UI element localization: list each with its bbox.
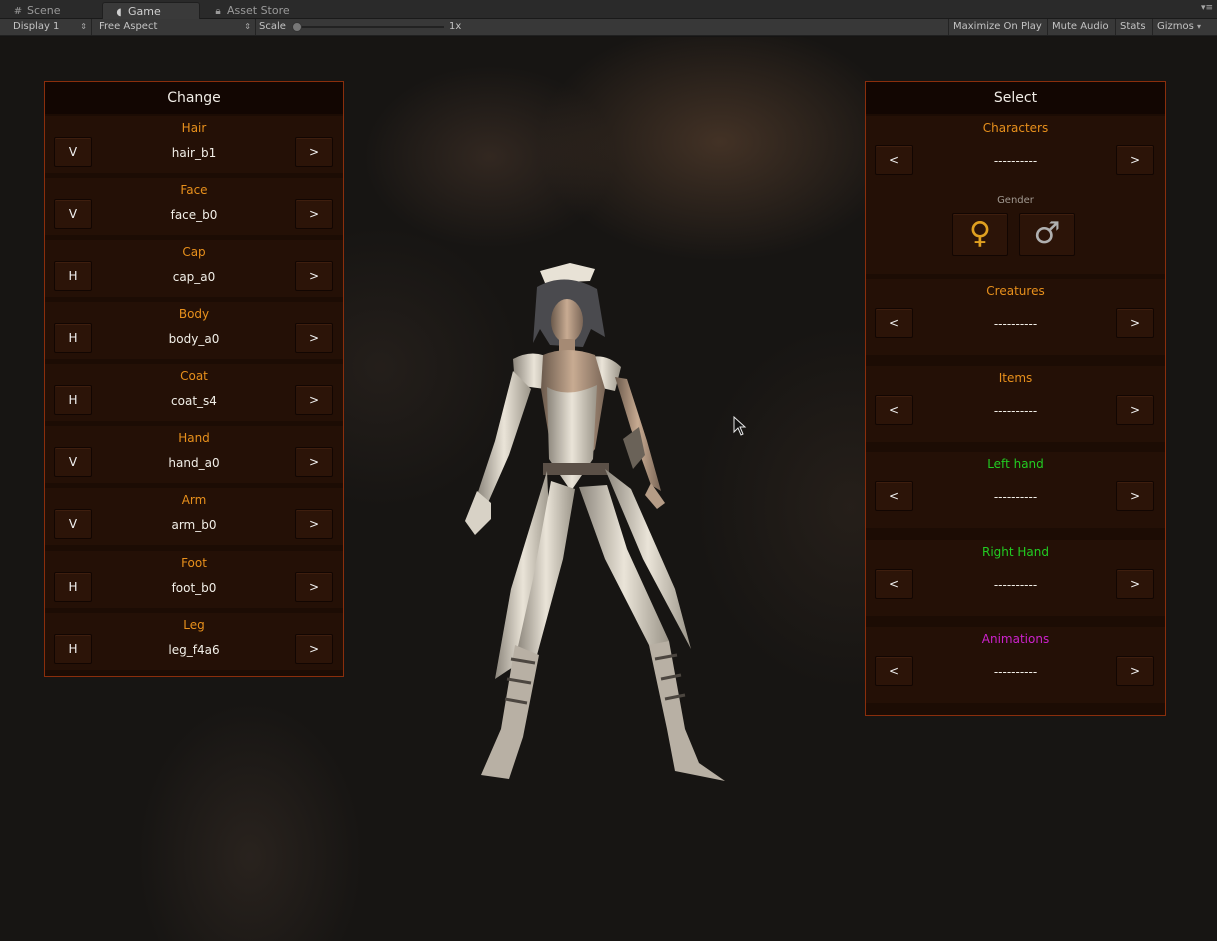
- editor-tab-bar: # Scene ◖ Game 🔒︎ Asset Store ▾≡: [0, 0, 1217, 19]
- select-row-creatures: Creatures < ---------- >: [866, 279, 1165, 355]
- select-row-animations: Animations < ---------- >: [866, 627, 1165, 703]
- stats-button[interactable]: Stats: [1115, 19, 1150, 35]
- animations-next-button[interactable]: >: [1116, 656, 1154, 686]
- change-row-hair: Hair V hair_b1 >: [45, 116, 343, 173]
- change-row-body: Body H body_a0 >: [45, 302, 343, 359]
- change-panel-title: Change: [45, 82, 343, 114]
- change-row-leg: Leg H leg_f4a6 >: [45, 613, 343, 670]
- gizmos-dropdown[interactable]: Gizmos ▾: [1152, 19, 1208, 35]
- row-title: Animations: [981, 632, 1050, 646]
- body-next-button[interactable]: >: [295, 323, 333, 353]
- row-title: Hair: [181, 121, 207, 135]
- female-button[interactable]: ♀: [952, 213, 1008, 256]
- characters-next-button[interactable]: >: [1116, 145, 1154, 175]
- game-view-toolbar: Display 1 ⇕ Free Aspect ⇕ Scale 1x Maxim…: [0, 19, 1217, 36]
- gender-label: Gender: [997, 195, 1034, 206]
- coat-next-button[interactable]: >: [295, 385, 333, 415]
- row-title: Body: [178, 307, 210, 321]
- select-row-left-hand: Left hand < ---------- >: [866, 452, 1165, 528]
- display-dropdown-label: Display 1: [13, 21, 60, 32]
- scale-label: Scale: [259, 21, 286, 32]
- left-hand-next-button[interactable]: >: [1116, 481, 1154, 511]
- mute-audio-button[interactable]: Mute Audio: [1047, 19, 1113, 35]
- male-button[interactable]: ♂: [1019, 213, 1075, 256]
- hand-next-button[interactable]: >: [295, 447, 333, 477]
- change-row-arm: Arm V arm_b0 >: [45, 488, 343, 545]
- face-next-button[interactable]: >: [295, 199, 333, 229]
- row-title: Face: [180, 183, 208, 197]
- scale-value: 1x: [449, 21, 462, 32]
- change-row-coat: Coat H coat_s4 >: [45, 364, 343, 421]
- items-next-button[interactable]: >: [1116, 395, 1154, 425]
- row-title: Hand: [178, 431, 210, 445]
- female-icon: ♀: [969, 216, 991, 251]
- tab-asset-store-label: Asset Store: [227, 4, 290, 17]
- row-title: Arm: [181, 493, 207, 507]
- tab-scene-label: Scene: [27, 4, 61, 17]
- game-view[interactable]: Change Hair V hair_b1 > Face V face_b0 >…: [0, 37, 1217, 941]
- row-title: Items: [998, 371, 1033, 385]
- select-panel-title: Select: [866, 82, 1165, 114]
- foot-next-button[interactable]: >: [295, 572, 333, 602]
- tab-game-label: Game: [128, 5, 161, 18]
- maximize-on-play-button[interactable]: Maximize On Play: [948, 19, 1046, 35]
- change-panel: Change Hair V hair_b1 > Face V face_b0 >…: [44, 81, 344, 677]
- select-row-items: Items < ---------- >: [866, 366, 1165, 442]
- tab-scene[interactable]: # Scene: [2, 2, 98, 19]
- chevron-down-icon: ▾: [1197, 22, 1202, 31]
- hair-next-button[interactable]: >: [295, 137, 333, 167]
- updown-arrow-icon: ⇕: [80, 22, 87, 31]
- scale-slider-handle[interactable]: [292, 22, 302, 32]
- row-title: Foot: [181, 556, 207, 570]
- row-title: Characters: [982, 121, 1049, 135]
- row-title: Left hand: [987, 457, 1044, 471]
- tab-asset-store[interactable]: 🔒︎ Asset Store: [202, 2, 312, 19]
- character-model: [465, 263, 725, 781]
- aspect-dropdown[interactable]: Free Aspect ⇕: [92, 19, 256, 35]
- select-row-right-hand: Right Hand < ---------- >: [866, 540, 1165, 616]
- aspect-dropdown-label: Free Aspect: [99, 21, 158, 32]
- updown-arrow-icon: ⇕: [244, 22, 251, 31]
- change-row-face: Face V face_b0 >: [45, 178, 343, 235]
- leg-next-button[interactable]: >: [295, 634, 333, 664]
- mouse-cursor-icon: [733, 416, 747, 436]
- row-title: Creatures: [986, 284, 1045, 298]
- select-row-characters: Characters < ---------- > Gender ♀ ♂: [866, 116, 1165, 274]
- tab-menu-icon[interactable]: ▾≡: [1201, 3, 1213, 13]
- row-title: Coat: [180, 369, 208, 383]
- change-row-cap: Cap H cap_a0 >: [45, 240, 343, 297]
- display-dropdown[interactable]: Display 1 ⇕: [6, 19, 92, 35]
- creatures-next-button[interactable]: >: [1116, 308, 1154, 338]
- male-icon: ♂: [1033, 216, 1061, 251]
- row-title: Right Hand: [981, 545, 1049, 559]
- arm-next-button[interactable]: >: [295, 509, 333, 539]
- change-row-hand: Hand V hand_a0 >: [45, 426, 343, 483]
- select-panel: Select Characters < ---------- > Gender …: [865, 81, 1166, 716]
- right-hand-next-button[interactable]: >: [1116, 569, 1154, 599]
- tab-game[interactable]: ◖ Game: [102, 2, 200, 19]
- scale-slider-track[interactable]: [296, 26, 444, 28]
- row-title: Cap: [182, 245, 206, 259]
- change-row-foot: Foot H foot_b0 >: [45, 551, 343, 608]
- lock-icon: 🔒︎: [215, 6, 221, 17]
- grid-icon: #: [13, 6, 23, 17]
- gizmos-label: Gizmos: [1157, 21, 1194, 32]
- row-title: Leg: [183, 618, 205, 632]
- cap-next-button[interactable]: >: [295, 261, 333, 291]
